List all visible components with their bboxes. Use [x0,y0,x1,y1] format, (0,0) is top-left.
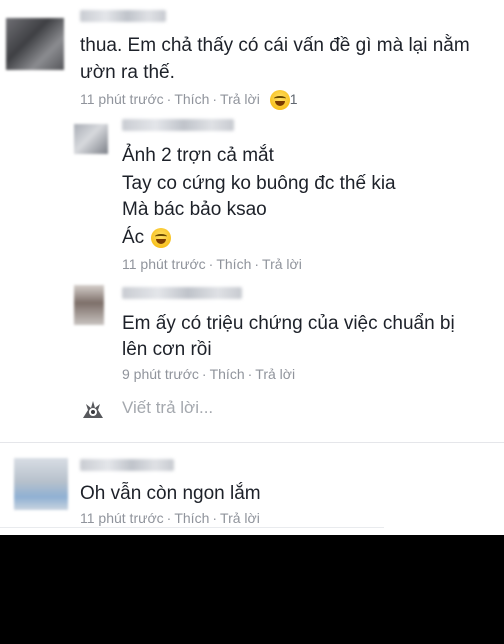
commenter-name[interactable] [80,10,166,22]
divider [0,442,504,443]
reaction-count[interactable]: 1 [290,91,298,107]
avatar[interactable] [74,285,104,325]
reply-link[interactable]: Trả lời [255,366,295,382]
comment-meta: 11 phút trước · Thích · Trả lời [80,510,260,526]
reply-text: Mà bác bảo ksao [122,199,267,220]
comment-text: ườn ra thế. [80,62,175,83]
timestamp[interactable]: 11 phút trước [122,256,206,272]
reply-link[interactable]: Trả lời [220,91,260,107]
reply-link[interactable]: Trả lời [220,510,260,526]
divider [0,527,384,528]
commenter-name[interactable] [122,119,234,131]
like-link[interactable]: Thích [174,510,209,526]
reply-meta: 11 phút trước · Thích · Trả lời [122,256,302,272]
reply-text: Em ấy có triệu chứng của việc chuẩn bị [122,313,455,334]
timestamp[interactable]: 9 phút trước [122,366,199,382]
timestamp[interactable]: 11 phút trước [80,510,164,526]
avatar[interactable] [14,458,68,510]
user-avatar-icon [80,398,106,422]
like-link[interactable]: Thích [210,366,245,382]
reply-text: Ác [122,225,172,251]
tears-of-joy-emoji-icon [151,227,172,248]
like-link[interactable]: Thích [216,256,251,272]
comment-text: Oh vẫn còn ngon lắm [80,483,261,504]
reply-text: Ảnh 2 trợn cả mắt [122,145,274,166]
reply-link[interactable]: Trả lời [262,256,302,272]
reply-meta: 9 phút trước · Thích · Trả lời [122,366,296,382]
commenter-name[interactable] [122,287,242,299]
comment-text: thua. Em chả thấy có cái vấn đề gì mà lạ… [80,35,470,56]
timestamp[interactable]: 11 phút trước [80,91,164,107]
blank-area [0,535,504,644]
avatar[interactable] [6,18,64,70]
avatar[interactable] [74,124,108,154]
laughing-emoji-icon[interactable] [269,90,290,110]
reply-text: Tay co cứng ko buông đc thế kia [122,173,396,194]
like-link[interactable]: Thích [174,91,209,107]
reply-text-word: Ác [122,227,145,248]
commenter-name[interactable] [80,459,174,471]
reply-input[interactable]: Viết trả lời... [122,398,213,418]
reply-text: lên cơn rồi [122,339,212,360]
comment-meta: 11 phút trước · Thích · Trả lời 1 [80,90,298,110]
